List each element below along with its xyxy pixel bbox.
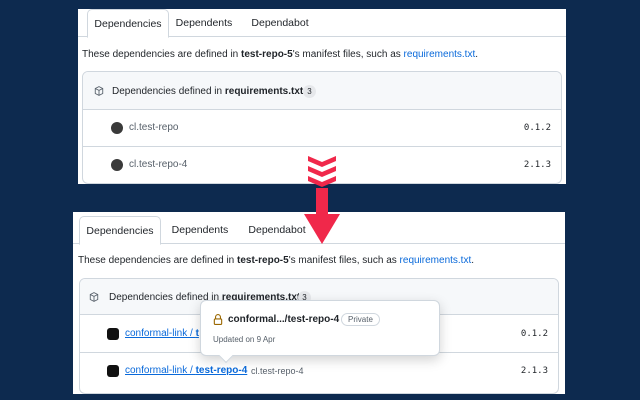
package-version: 2.1.3 — [520, 366, 548, 376]
package-version: 0.1.2 — [520, 329, 548, 339]
package-name: cl.test-repo-4 — [251, 366, 304, 376]
table-row[interactable]: cl.test-repo 0.1.2 — [83, 110, 561, 147]
box-header: Dependencies defined in requirements.txt… — [83, 72, 561, 110]
tab-dependents[interactable]: Dependents — [174, 9, 234, 38]
tab-dependencies[interactable]: Dependencies — [79, 216, 161, 245]
private-badge: Private — [341, 313, 380, 326]
hovercard-title[interactable]: conformal.../test-repo-4 — [228, 314, 339, 325]
manifest-description: These dependencies are defined in test-r… — [82, 49, 479, 60]
requirements-link[interactable]: requirements.txt — [404, 49, 476, 60]
avatar — [111, 159, 123, 171]
tab-dependencies[interactable]: Dependencies — [87, 9, 169, 38]
avatar — [111, 122, 123, 134]
tab-dependabot[interactable]: Dependabot — [244, 9, 316, 38]
down-arrow-icon — [304, 156, 340, 244]
package-name: cl.test-repo — [129, 122, 179, 133]
tab-bar: Dependencies Dependents Dependabot — [78, 9, 566, 38]
requirements-link[interactable]: requirements.txt — [400, 255, 472, 266]
repo-link[interactable]: conformal-link / test-repo-4 — [125, 365, 247, 376]
table-row[interactable]: conformal-link / test-repo-4 cl.test-rep… — [80, 353, 558, 393]
dependency-count: 3 — [303, 85, 316, 98]
manifest-description: These dependencies are defined in test-r… — [78, 255, 475, 266]
updated-date: Updated on 9 Apr — [213, 335, 276, 344]
package-icon — [94, 86, 104, 96]
repo-hovercard: conformal.../test-repo-4 Private Updated… — [200, 300, 440, 364]
package-version: 0.1.2 — [523, 123, 551, 133]
box-header-label: Dependencies defined in requirements.txt — [112, 86, 304, 97]
package-icon — [89, 292, 99, 302]
package-version: 2.1.3 — [523, 160, 551, 170]
lock-icon — [213, 314, 223, 325]
tab-dependents[interactable]: Dependents — [169, 216, 231, 245]
avatar — [107, 328, 119, 340]
repo-link[interactable]: conformal-link / t — [125, 328, 199, 339]
avatar — [107, 365, 119, 377]
package-name: cl.test-repo-4 — [129, 159, 188, 170]
